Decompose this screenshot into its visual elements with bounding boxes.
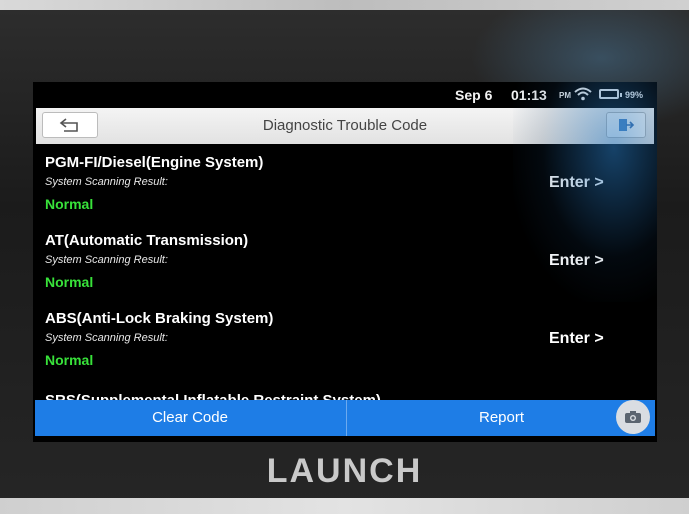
status-time: 01:13 — [511, 87, 547, 103]
system-row: PGM-FI/Diesel(Engine System) System Scan… — [33, 148, 657, 226]
enter-button-transmission[interactable]: Enter > — [549, 252, 604, 270]
battery-icon — [599, 89, 622, 99]
system-row: ABS(Anti-Lock Braking System) System Sca… — [33, 304, 657, 382]
status-date: Sep 6 — [455, 87, 493, 103]
system-scan-label: System Scanning Result: — [45, 176, 168, 188]
battery-percent: 99% — [625, 90, 644, 100]
system-status: Normal — [45, 196, 94, 212]
back-button[interactable] — [42, 112, 98, 138]
system-list: PGM-FI/Diesel(Engine System) System Scan… — [33, 148, 657, 400]
clear-code-button[interactable]: Clear Code — [35, 400, 345, 436]
camera-button[interactable] — [616, 400, 650, 434]
report-button[interactable]: Report — [346, 400, 656, 436]
status-ampm: PM — [559, 91, 571, 100]
enter-button-abs[interactable]: Enter > — [549, 330, 604, 348]
device-photo: Sep 6 01:13 PM 99% Diagnostic Trouble Co… — [0, 0, 689, 514]
photo-edge-bottom — [0, 498, 689, 514]
system-status: Normal — [45, 274, 94, 290]
exit-button[interactable] — [606, 112, 646, 138]
wifi-icon — [574, 87, 592, 101]
system-row: AT(Automatic Transmission) System Scanni… — [33, 226, 657, 304]
action-bar: Clear Code Report — [35, 400, 655, 436]
system-name: PGM-FI/Diesel(Engine System) — [45, 154, 264, 171]
title-bar: Diagnostic Trouble Code — [36, 108, 654, 144]
enter-button-engine[interactable]: Enter > — [549, 174, 604, 192]
status-bar: Sep 6 01:13 PM 99% — [33, 82, 657, 104]
system-name: AT(Automatic Transmission) — [45, 232, 249, 249]
system-status: Normal — [45, 352, 94, 368]
system-scan-label: System Scanning Result: — [45, 332, 168, 344]
photo-edge-top — [0, 0, 689, 10]
system-name-partial[interactable]: SRS(Supplemental Inflatable Restraint Sy… — [45, 392, 381, 400]
device-screen: Sep 6 01:13 PM 99% Diagnostic Trouble Co… — [33, 82, 657, 442]
exit-icon — [619, 119, 635, 131]
back-arrow-icon — [59, 118, 78, 132]
system-name: ABS(Anti-Lock Braking System) — [45, 310, 274, 327]
brand-logo: LAUNCH — [266, 452, 423, 490]
page-title: Diagnostic Trouble Code — [262, 117, 428, 134]
camera-icon — [625, 411, 641, 423]
system-scan-label: System Scanning Result: — [45, 254, 168, 266]
